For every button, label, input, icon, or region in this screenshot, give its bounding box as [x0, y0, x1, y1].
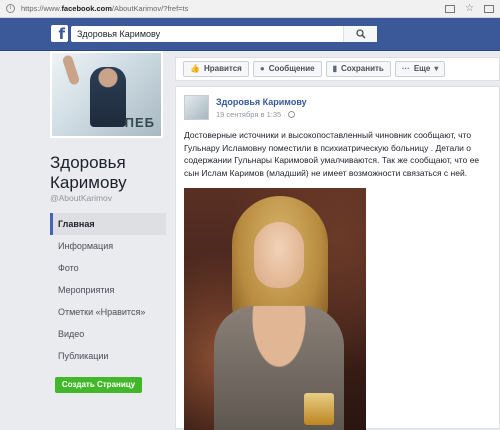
sidebar-item-home[interactable]: Главная	[50, 213, 166, 235]
post-author[interactable]: Здоровья Каримову	[216, 97, 307, 107]
favorite-star-icon[interactable]: ☆	[465, 3, 474, 13]
more-label: Еще	[413, 64, 431, 73]
create-page-button[interactable]: Создать Страницу	[55, 377, 142, 393]
sidebar-item-info[interactable]: Информация	[50, 235, 166, 257]
sidebar-item-videos[interactable]: Видео	[50, 323, 166, 345]
reader-view-icon[interactable]	[445, 4, 456, 13]
page-title[interactable]: Здоровья Каримову	[50, 153, 170, 193]
url-prefix: https://www.	[21, 4, 62, 13]
url-domain: facebook.com	[61, 4, 112, 13]
more-button[interactable]: ··· Еще ▾	[394, 61, 446, 77]
chevron-down-icon: ▾	[434, 64, 439, 73]
globe-icon	[287, 111, 295, 118]
portrait-figure	[90, 67, 126, 127]
message-label: Сообщение	[268, 64, 315, 73]
page-sidebar-nav: Главная Информация Фото Мероприятия Отме…	[50, 213, 166, 367]
thumbs-up-icon: 👍	[190, 64, 200, 73]
page-handle[interactable]: @AboutKarimov	[50, 193, 112, 203]
message-button[interactable]: ● Сообщение	[252, 61, 322, 77]
cover-overlay-text: ПЕБ	[124, 115, 155, 130]
author-avatar[interactable]	[184, 95, 209, 120]
photo-glass	[304, 393, 334, 425]
url-text[interactable]: https://www.facebook.com/AboutKarimov/?f…	[21, 4, 445, 13]
post-timestamp[interactable]: 19 сентября в 1:35 ·	[216, 110, 295, 119]
save-label: Сохранить	[341, 64, 384, 73]
facebook-logo-icon[interactable]: f	[51, 25, 68, 43]
browser-address-bar[interactable]: i https://www.facebook.com/AboutKarimov/…	[0, 0, 500, 18]
like-button[interactable]: 👍 Нравится	[183, 61, 249, 77]
like-label: Нравится	[203, 64, 242, 73]
search-button[interactable]	[343, 26, 377, 42]
sidebar-item-photos[interactable]: Фото	[50, 257, 166, 279]
save-button[interactable]: ▮ Сохранить	[325, 61, 391, 77]
post-date-text: 19 сентября в 1:35 ·	[216, 110, 286, 119]
sidebar-item-likes[interactable]: Отметки «Нравится»	[50, 301, 166, 323]
facebook-top-bar: f Здоровья Каримову	[0, 18, 500, 51]
search-input[interactable]: Здоровья Каримову	[71, 26, 377, 42]
url-path: /AboutKarimov/?fref=ts	[111, 4, 189, 13]
more-dots-icon: ···	[401, 64, 410, 73]
hub-icon[interactable]	[484, 4, 494, 13]
sidebar-item-events[interactable]: Мероприятия	[50, 279, 166, 301]
search-icon	[355, 29, 366, 39]
sidebar-item-posts[interactable]: Публикации	[50, 345, 166, 367]
message-icon: ●	[259, 64, 265, 73]
page-action-bar: 👍 Нравится ● Сообщение ▮ Сохранить ··· Еще ▾	[175, 57, 500, 81]
browser-toolbar-icons: ☆	[445, 3, 494, 13]
post-text: Достоверные источники и высокопоставленн…	[184, 130, 480, 178]
bookmark-icon: ▮	[332, 64, 337, 73]
raised-hand	[61, 54, 81, 86]
photo-face	[254, 222, 304, 288]
post-photo[interactable]	[184, 188, 366, 430]
info-icon[interactable]: i	[6, 4, 15, 13]
post-card: Здоровья Каримову 19 сентября в 1:35 · Д…	[175, 86, 500, 430]
page-profile-picture[interactable]: ПЕБ	[50, 51, 163, 138]
